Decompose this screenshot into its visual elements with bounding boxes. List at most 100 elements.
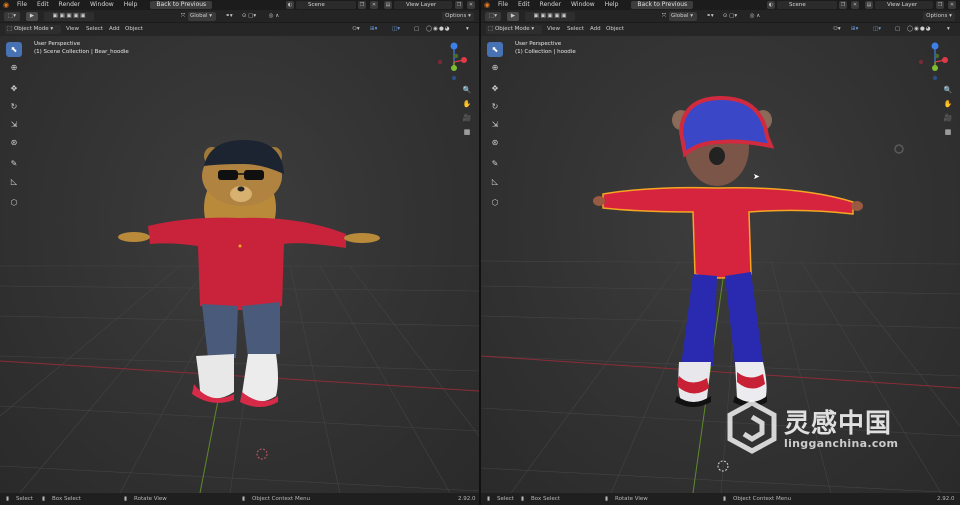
pivot-point-icon[interactable]: ⚭▾ xyxy=(222,12,236,21)
light-object-icon[interactable] xyxy=(894,144,904,154)
menu-window[interactable]: Window xyxy=(85,0,119,10)
gizmo-toggle-icon[interactable]: ⊞▾ xyxy=(370,25,377,34)
selection-mode-buttons[interactable]: ▣ ▣ ▣ ▣ ▣ xyxy=(525,12,575,21)
view-layer-field[interactable]: View Layer xyxy=(394,1,452,9)
blender-logo-icon[interactable]: ◉ xyxy=(481,0,493,10)
xray-toggle-icon[interactable]: ▢ xyxy=(895,25,900,34)
navigation-gizmo[interactable] xyxy=(434,38,474,82)
snap-icon[interactable]: ⊙ ▢▾ xyxy=(719,12,741,21)
cursor-tool-icon[interactable]: ⊕ xyxy=(6,60,22,75)
pivot-point-icon[interactable]: ⚭▾ xyxy=(703,12,717,21)
new-view-layer-icon[interactable]: ❐ xyxy=(936,1,944,9)
select-menu[interactable]: Select xyxy=(567,25,584,34)
move-tool-icon[interactable]: ✥ xyxy=(6,81,22,96)
new-scene-icon[interactable]: ❐ xyxy=(358,1,366,9)
delete-view-layer-icon[interactable]: ✕ xyxy=(467,1,475,9)
transform-orientation-dropdown[interactable]: Global ▾ xyxy=(669,12,697,21)
proportional-editing-icon[interactable]: ◎ ∧ xyxy=(745,12,765,21)
shading-options-icon[interactable]: ▾ xyxy=(466,25,469,34)
scene-field[interactable]: Scene xyxy=(296,1,356,9)
delete-scene-icon[interactable]: ✕ xyxy=(851,1,859,9)
object-mode-dropdown[interactable]: ⬚ Object Mode ▾ xyxy=(5,25,61,34)
gizmo-toggle-icon[interactable]: ⊞▾ xyxy=(851,25,858,34)
menu-render[interactable]: Render xyxy=(54,0,85,10)
select-tool-button[interactable]: ▶ xyxy=(507,12,519,21)
shading-mode-buttons[interactable]: ◯◉●◕ xyxy=(907,25,932,34)
selection-mode-buttons[interactable]: ▣ ▣ ▣ ▣ ▣ xyxy=(44,12,94,21)
camera-view-icon[interactable]: 🎥 xyxy=(461,112,473,124)
add-cube-tool-icon[interactable]: ⬡ xyxy=(487,195,503,210)
select-box-tool-icon[interactable]: ⬉ xyxy=(6,42,22,57)
measure-tool-icon[interactable]: ◺ xyxy=(487,174,503,189)
3d-viewport[interactable]: User Perspective (1) Collection | hoodie… xyxy=(481,36,960,493)
rotate-tool-icon[interactable]: ↻ xyxy=(487,99,503,114)
view-layer-browse-icon[interactable]: ▤ xyxy=(384,1,392,9)
ortho-toggle-icon[interactable]: ▦ xyxy=(942,126,954,138)
new-view-layer-icon[interactable]: ❐ xyxy=(455,1,463,9)
annotate-tool-icon[interactable]: ✎ xyxy=(487,156,503,171)
menu-file[interactable]: File xyxy=(12,0,32,10)
menu-help[interactable]: Help xyxy=(600,0,624,10)
view-layer-browse-icon[interactable]: ▤ xyxy=(865,1,873,9)
delete-scene-icon[interactable]: ✕ xyxy=(370,1,378,9)
new-scene-icon[interactable]: ❐ xyxy=(839,1,847,9)
scale-tool-icon[interactable]: ⇲ xyxy=(6,117,22,132)
shading-options-icon[interactable]: ▾ xyxy=(947,25,950,34)
camera-view-icon[interactable]: 🎥 xyxy=(942,112,954,124)
overlay-toggle-icon[interactable]: ◫▾ xyxy=(392,25,400,34)
menu-edit[interactable]: Edit xyxy=(513,0,535,10)
menu-file[interactable]: File xyxy=(493,0,513,10)
menu-window[interactable]: Window xyxy=(566,0,600,10)
navigation-gizmo[interactable] xyxy=(915,38,955,82)
overlay-toggle-icon[interactable]: ◫▾ xyxy=(873,25,881,34)
visibility-icon[interactable]: ⚇▾ xyxy=(352,25,360,34)
options-dropdown[interactable]: Options ▾ xyxy=(923,12,955,21)
add-menu[interactable]: Add xyxy=(590,25,601,34)
transform-tool-icon[interactable]: ⊛ xyxy=(6,135,22,150)
add-menu[interactable]: Add xyxy=(109,25,120,34)
transform-tool-icon[interactable]: ⊛ xyxy=(487,135,503,150)
scene-browse-icon[interactable]: ◐ xyxy=(767,1,775,9)
ortho-toggle-icon[interactable]: ▦ xyxy=(461,126,473,138)
select-box-tool-icon[interactable]: ⬉ xyxy=(487,42,503,57)
rotate-tool-icon[interactable]: ↻ xyxy=(6,99,22,114)
options-dropdown[interactable]: Options ▾ xyxy=(442,12,474,21)
select-menu[interactable]: Select xyxy=(86,25,103,34)
snap-icon[interactable]: ⊙ ▢▾ xyxy=(238,12,260,21)
zoom-view-icon[interactable]: 🔍 xyxy=(461,84,473,96)
pan-view-icon[interactable]: ✋ xyxy=(942,98,954,110)
delete-view-layer-icon[interactable]: ✕ xyxy=(948,1,956,9)
menu-render[interactable]: Render xyxy=(535,0,566,10)
pan-view-icon[interactable]: ✋ xyxy=(461,98,473,110)
scene-browse-icon[interactable]: ◐ xyxy=(286,1,294,9)
view-menu[interactable]: View xyxy=(547,25,560,34)
shading-mode-buttons[interactable]: ◯◉●◕ xyxy=(426,25,451,34)
annotate-tool-icon[interactable]: ✎ xyxy=(6,156,22,171)
3d-cursor-icon[interactable] xyxy=(256,448,268,460)
back-to-previous-button[interactable]: Back to Previous xyxy=(631,1,694,9)
transform-orientation-dropdown[interactable]: Global ▾ xyxy=(188,12,216,21)
menu-help[interactable]: Help xyxy=(119,0,143,10)
object-menu[interactable]: Object xyxy=(125,25,143,34)
view-layer-field[interactable]: View Layer xyxy=(875,1,933,9)
add-cube-tool-icon[interactable]: ⬡ xyxy=(6,195,22,210)
scene-field[interactable]: Scene xyxy=(777,1,837,9)
hoodie-model-selected[interactable] xyxy=(593,95,863,407)
xray-toggle-icon[interactable]: ▢ xyxy=(414,25,419,34)
proportional-editing-icon[interactable]: ◎ ∧ xyxy=(264,12,284,21)
menu-edit[interactable]: Edit xyxy=(32,0,54,10)
scale-tool-icon[interactable]: ⇲ xyxy=(487,117,503,132)
object-menu[interactable]: Object xyxy=(606,25,624,34)
zoom-view-icon[interactable]: 🔍 xyxy=(942,84,954,96)
blender-logo-icon[interactable]: ◉ xyxy=(0,0,12,10)
move-tool-icon[interactable]: ✥ xyxy=(487,81,503,96)
visibility-icon[interactable]: ⚇▾ xyxy=(833,25,841,34)
view-menu[interactable]: View xyxy=(66,25,79,34)
measure-tool-icon[interactable]: ◺ xyxy=(6,174,22,189)
cursor-tool-icon[interactable]: ⊕ xyxy=(487,60,503,75)
select-tool-button[interactable]: ▶ xyxy=(26,12,38,21)
editor-type-button[interactable]: ⬚▾ xyxy=(4,12,20,21)
editor-type-button[interactable]: ⬚▾ xyxy=(485,12,501,21)
object-mode-dropdown[interactable]: ⬚ Object Mode ▾ xyxy=(486,25,542,34)
back-to-previous-button[interactable]: Back to Previous xyxy=(150,1,213,9)
